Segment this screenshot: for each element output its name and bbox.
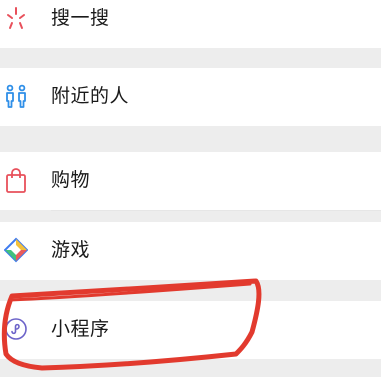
discover-menu: 搜一搜 附近的人 购物 游戏 小程序 (0, 0, 381, 377)
menu-item-games[interactable]: 游戏 (0, 222, 381, 280)
row-divider (51, 210, 381, 211)
menu-item-label: 搜一搜 (51, 7, 110, 29)
mini-program-icon (5, 318, 27, 340)
menu-item-label: 游戏 (51, 239, 91, 261)
menu-item-search[interactable]: 搜一搜 (0, 0, 381, 48)
menu-item-shopping[interactable]: 购物 (0, 152, 381, 210)
menu-item-label: 附近的人 (51, 85, 130, 107)
menu-item-label: 购物 (51, 169, 91, 191)
menu-item-people-nearby[interactable]: 附近的人 (0, 68, 381, 126)
shopping-bag-icon (6, 168, 26, 193)
search-spark-icon (7, 7, 25, 29)
people-nearby-icon (6, 84, 26, 108)
menu-item-label: 小程序 (51, 318, 110, 340)
game-diamond-icon (4, 237, 28, 263)
menu-item-mini-programs[interactable]: 小程序 (0, 301, 381, 359)
